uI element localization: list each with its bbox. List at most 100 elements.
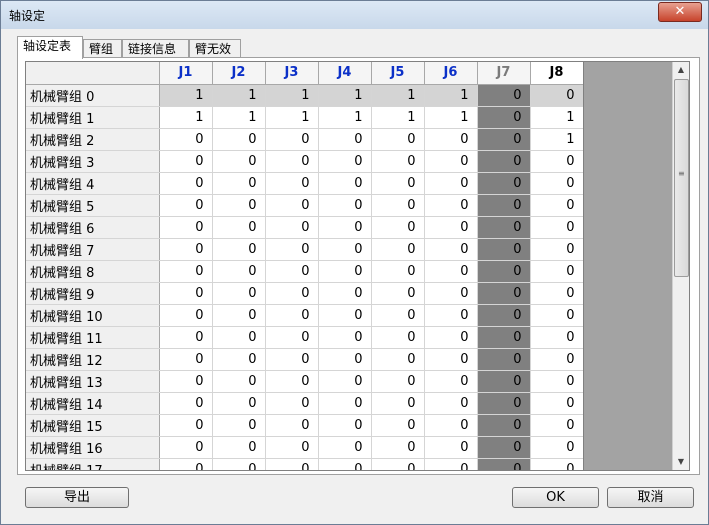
cell-j7[interactable]: 0 <box>477 106 531 129</box>
cell-j5[interactable]: 0 <box>371 436 425 459</box>
cell-j1[interactable]: 0 <box>159 326 213 349</box>
column-header-j7[interactable]: J7 <box>477 62 531 85</box>
cell-j4[interactable]: 0 <box>318 326 372 349</box>
column-header-j3[interactable]: J3 <box>265 62 319 85</box>
cell-j2[interactable]: 0 <box>212 172 266 195</box>
cell-j7[interactable]: 0 <box>477 172 531 195</box>
cell-j1[interactable]: 0 <box>159 260 213 283</box>
cell-j2[interactable]: 0 <box>212 150 266 173</box>
cell-j6[interactable]: 0 <box>424 172 478 195</box>
table-row[interactable]: 机械臂组 800000000 <box>26 260 584 283</box>
cell-j5[interactable]: 0 <box>371 414 425 437</box>
column-header-j8[interactable]: J8 <box>530 62 584 85</box>
cell-j4[interactable]: 1 <box>318 84 372 107</box>
column-header-j4[interactable]: J4 <box>318 62 372 85</box>
cell-j1[interactable]: 0 <box>159 172 213 195</box>
cell-j8[interactable]: 0 <box>530 304 584 327</box>
row-header[interactable]: 机械臂组 1 <box>26 106 160 129</box>
cell-j8[interactable]: 0 <box>530 194 584 217</box>
cell-j1[interactable]: 0 <box>159 150 213 173</box>
cell-j6[interactable]: 0 <box>424 348 478 371</box>
table-row[interactable]: 机械臂组 600000000 <box>26 216 584 239</box>
table-row[interactable]: 机械臂组 200000001 <box>26 128 584 151</box>
cell-j4[interactable]: 0 <box>318 216 372 239</box>
cell-j8[interactable]: 0 <box>530 370 584 393</box>
cell-j8[interactable]: 0 <box>530 260 584 283</box>
cell-j1[interactable]: 1 <box>159 106 213 129</box>
cell-j3[interactable]: 0 <box>265 238 319 261</box>
cell-j4[interactable]: 0 <box>318 436 372 459</box>
cell-j5[interactable]: 0 <box>371 216 425 239</box>
scroll-thumb[interactable]: ≡ <box>674 79 689 277</box>
table-row[interactable]: 机械臂组 10 0 0 0 0 0 0 0 0 <box>26 304 584 327</box>
cell-j7[interactable]: 0 <box>477 326 531 349</box>
row-header[interactable]: 机械臂组 4 <box>26 172 160 195</box>
cell-j6[interactable]: 1 <box>424 106 478 129</box>
cell-j7[interactable]: 0 <box>477 216 531 239</box>
row-header[interactable]: 机械臂组 3 <box>26 150 160 173</box>
cell-j1[interactable]: 0 <box>159 238 213 261</box>
cell-j1[interactable]: 1 <box>159 84 213 107</box>
cell-j3[interactable]: 0 <box>265 150 319 173</box>
cell-j5[interactable]: 0 <box>371 238 425 261</box>
cell-j4[interactable]: 0 <box>318 392 372 415</box>
column-header-j5[interactable]: J5 <box>371 62 425 85</box>
cell-j2[interactable]: 1 <box>212 106 266 129</box>
table-row[interactable]: 机械臂组 900000000 <box>26 282 584 305</box>
cell-j4[interactable]: 0 <box>318 238 372 261</box>
cell-j8[interactable]: 0 <box>530 414 584 437</box>
cell-j8[interactable]: 0 <box>530 282 584 305</box>
cell-j3[interactable]: 0 <box>265 282 319 305</box>
cell-j7[interactable]: 0 <box>477 436 531 459</box>
cell-j8[interactable]: 0 <box>530 216 584 239</box>
cell-j6[interactable]: 1 <box>424 84 478 107</box>
row-header[interactable]: 机械臂组 8 <box>26 260 160 283</box>
cell-j7[interactable]: 0 <box>477 458 531 470</box>
tab-arm-invalid[interactable]: 臂无效 <box>189 39 241 58</box>
cell-j2[interactable]: 0 <box>212 260 266 283</box>
cell-j8[interactable]: 0 <box>530 150 584 173</box>
cell-j8[interactable]: 0 <box>530 172 584 195</box>
tab-axis-settings-table[interactable]: 轴设定表 <box>17 36 83 59</box>
cell-j5[interactable]: 0 <box>371 194 425 217</box>
cell-j8[interactable]: 0 <box>530 348 584 371</box>
row-header[interactable]: 机械臂组 16 <box>26 436 160 459</box>
cell-j7[interactable]: 0 <box>477 84 531 107</box>
cell-j8[interactable]: 0 <box>530 436 584 459</box>
table-row[interactable]: 机械臂组 111111101 <box>26 106 584 129</box>
cell-j8[interactable]: 0 <box>530 326 584 349</box>
cell-j6[interactable]: 0 <box>424 194 478 217</box>
cell-j2[interactable]: 0 <box>212 304 266 327</box>
cell-j8[interactable]: 0 <box>530 458 584 470</box>
cell-j1[interactable]: 0 <box>159 458 213 470</box>
cell-j3[interactable]: 0 <box>265 326 319 349</box>
cell-j6[interactable]: 0 <box>424 282 478 305</box>
cell-j7[interactable]: 0 <box>477 128 531 151</box>
row-header[interactable]: 机械臂组 15 <box>26 414 160 437</box>
tab-link-info[interactable]: 链接信息 <box>122 39 189 58</box>
cell-j2[interactable]: 0 <box>212 458 266 470</box>
cell-j6[interactable]: 0 <box>424 326 478 349</box>
cell-j4[interactable]: 0 <box>318 370 372 393</box>
cell-j1[interactable]: 0 <box>159 194 213 217</box>
cell-j4[interactable]: 0 <box>318 348 372 371</box>
cell-j2[interactable]: 0 <box>212 216 266 239</box>
cell-j4[interactable]: 0 <box>318 414 372 437</box>
cell-j4[interactable]: 1 <box>318 106 372 129</box>
cell-j5[interactable]: 0 <box>371 304 425 327</box>
cell-j3[interactable]: 0 <box>265 458 319 470</box>
table-row[interactable]: 机械臂组 400000000 <box>26 172 584 195</box>
cell-j7[interactable]: 0 <box>477 304 531 327</box>
cell-j3[interactable]: 0 <box>265 304 319 327</box>
cell-j1[interactable]: 0 <box>159 304 213 327</box>
cell-j4[interactable]: 0 <box>318 150 372 173</box>
column-header-j6[interactable]: J6 <box>424 62 478 85</box>
cell-j5[interactable]: 0 <box>371 392 425 415</box>
cell-j6[interactable]: 0 <box>424 216 478 239</box>
cell-j4[interactable]: 0 <box>318 260 372 283</box>
cell-j3[interactable]: 0 <box>265 128 319 151</box>
cell-j3[interactable]: 0 <box>265 348 319 371</box>
cell-j6[interactable]: 0 <box>424 238 478 261</box>
row-header[interactable]: 机械臂组 12 <box>26 348 160 371</box>
cell-j3[interactable]: 0 <box>265 260 319 283</box>
